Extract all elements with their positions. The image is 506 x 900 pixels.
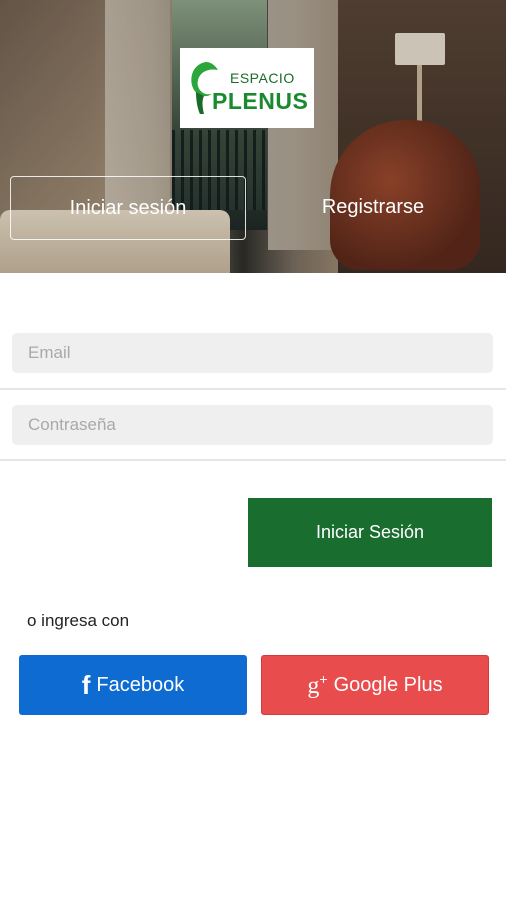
divider (0, 388, 506, 390)
social-login-prompt: o ingresa con (27, 611, 130, 630)
google-plus-glyph: g (307, 672, 320, 699)
google-plus-icon: g+ (307, 671, 327, 700)
facebook-login-button[interactable]: f Facebook (19, 655, 247, 715)
divider (0, 459, 506, 461)
tab-register[interactable]: Registrarse (262, 176, 484, 238)
login-submit-button[interactable]: Iniciar Sesión (248, 498, 492, 567)
logo-main-text: PLENUS (212, 88, 309, 114)
google-plus-glyph-sup: + (319, 670, 328, 687)
espacio-plenus-logo: ESPACIO PLENUS (180, 48, 314, 128)
password-field[interactable] (12, 405, 493, 445)
email-field[interactable] (12, 333, 493, 373)
facebook-button-label: Facebook (96, 673, 185, 696)
tab-login[interactable]: Iniciar sesión (10, 176, 246, 240)
facebook-icon: f (81, 669, 91, 700)
logo-top-text: ESPACIO (230, 70, 295, 86)
header-banner: ESPACIO PLENUS Iniciar sesión Registrars… (0, 0, 506, 273)
google-plus-button-label: Google Plus (333, 673, 443, 696)
google-plus-login-button[interactable]: g+ Google Plus (261, 655, 489, 715)
